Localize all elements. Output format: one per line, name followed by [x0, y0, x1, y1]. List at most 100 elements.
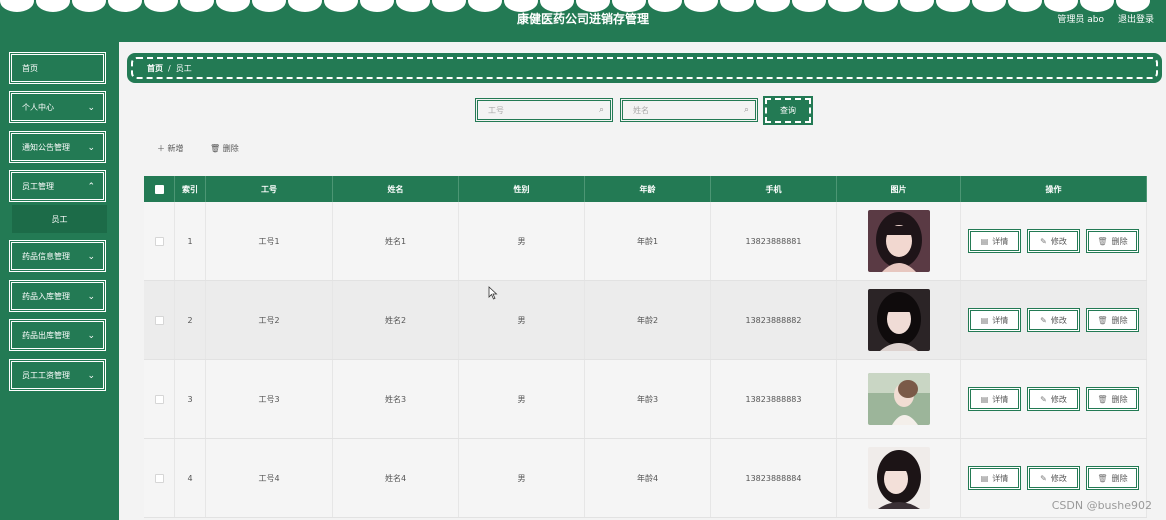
- app-title: 康健医药公司进销存管理: [516, 12, 649, 26]
- delete-label: 删除: [1111, 315, 1128, 325]
- detail-button[interactable]: ▤ 详情: [968, 387, 1021, 411]
- sidebar-item-salary-management[interactable]: 员工工资管理 ⌄: [9, 359, 106, 391]
- current-user: 管理员 abo: [1057, 15, 1104, 25]
- document-icon: ▤: [980, 394, 989, 404]
- cell-gender: 男: [459, 360, 585, 438]
- delete-button[interactable]: 🗑 删除: [1086, 387, 1139, 411]
- logout-link[interactable]: 退出登录: [1118, 12, 1154, 25]
- chevron-down-icon: ⌄: [87, 292, 95, 302]
- employee-photo: [867, 373, 930, 425]
- employee-photo: [867, 447, 930, 509]
- sidebar-item-drug-inbound-management[interactable]: 药品入库管理 ⌄: [9, 280, 106, 312]
- cell-phone: 13823888881: [711, 202, 837, 280]
- breadcrumb: 首页 / 员工: [127, 53, 1162, 83]
- employee-id-placeholder: 工号: [488, 105, 504, 115]
- query-button[interactable]: 查询: [763, 96, 813, 125]
- breadcrumb-home[interactable]: 首页: [147, 63, 163, 74]
- cell-name: 姓名3: [333, 360, 459, 438]
- delete-label: 删除: [1111, 236, 1128, 246]
- sidebar-item-notice-management[interactable]: 通知公告管理 ⌄: [9, 131, 106, 163]
- cell-gender: 男: [459, 439, 585, 517]
- name-placeholder: 姓名: [633, 105, 649, 115]
- detail-label: 详情: [992, 315, 1009, 325]
- cell-gender: 男: [459, 202, 585, 280]
- edit-label: 修改: [1050, 315, 1067, 325]
- breadcrumb-separator: /: [168, 63, 171, 73]
- row-checkbox[interactable]: [154, 394, 164, 404]
- bulk-delete-button[interactable]: 🗑 删除: [210, 143, 239, 154]
- cell-index: 3: [175, 360, 206, 438]
- cell-phone: 13823888883: [711, 360, 837, 438]
- cell-age: 年龄4: [585, 439, 711, 517]
- chevron-down-icon: ⌄: [87, 371, 95, 381]
- top-header: 康健医药公司进销存管理 管理员 abo 退出登录: [0, 0, 1166, 42]
- chevron-down-icon: ⌄: [87, 252, 95, 262]
- column-header-photo: 图片: [837, 176, 961, 202]
- add-label: 新增: [167, 144, 184, 153]
- delete-button[interactable]: 🗑 删除: [1086, 308, 1139, 332]
- column-header-actions: 操作: [961, 176, 1147, 202]
- chevron-down-icon: ⌄: [87, 143, 95, 153]
- cell-name: 姓名4: [333, 439, 459, 517]
- cell-employee-id: 工号1: [206, 202, 333, 280]
- sidebar-item-employee-management[interactable]: 员工管理 ⌃: [9, 170, 106, 202]
- table-row: 1 工号1 姓名1 男 年龄1 13823888881 ▤ 详情 ✎ 修改 🗑 删除: [144, 202, 1147, 281]
- cell-name: 姓名1: [333, 202, 459, 280]
- sidebar-item-drug-info-management[interactable]: 药品信息管理 ⌄: [9, 240, 106, 272]
- cell-name: 姓名2: [333, 281, 459, 359]
- edit-button[interactable]: ✎ 修改: [1027, 387, 1080, 411]
- row-checkbox[interactable]: [154, 236, 164, 246]
- edit-button[interactable]: ✎ 修改: [1027, 308, 1080, 332]
- cell-age: 年龄3: [585, 360, 711, 438]
- sidebar-item-home[interactable]: 首页: [9, 52, 106, 84]
- delete-button[interactable]: 🗑 删除: [1086, 229, 1139, 253]
- sidebar-item-personal-center[interactable]: 个人中心 ⌄: [9, 91, 106, 123]
- column-header-gender: 性别: [459, 176, 585, 202]
- column-header-age: 年龄: [585, 176, 711, 202]
- cell-age: 年龄1: [585, 202, 711, 280]
- sidebar-item-label: 员工管理: [22, 181, 54, 191]
- edit-button[interactable]: ✎ 修改: [1027, 229, 1080, 253]
- sidebar-subitem-employee[interactable]: 员工: [12, 205, 107, 233]
- table-row: 4 工号4 姓名4 男 年龄4 13823888884 ▤ 详情 ✎ 修改 🗑 删除: [144, 439, 1147, 518]
- pencil-icon: ✎: [1040, 394, 1047, 404]
- search-icon: ⌕: [598, 105, 604, 115]
- select-all-checkbox[interactable]: [154, 184, 164, 194]
- pencil-icon: ✎: [1040, 473, 1047, 483]
- delete-label: 删除: [1111, 473, 1128, 483]
- row-checkbox[interactable]: [154, 315, 164, 325]
- detail-label: 详情: [992, 394, 1009, 404]
- add-button[interactable]: ＋ 新增: [157, 143, 184, 154]
- delete-label: 删除: [1111, 394, 1128, 404]
- column-header-employee-id: 工号: [206, 176, 333, 202]
- table-row: 3 工号3 姓名3 男 年龄3 13823888883 ▤ 详情 ✎ 修改 🗑 删除: [144, 360, 1147, 439]
- document-icon: ▤: [980, 473, 989, 483]
- detail-button[interactable]: ▤ 详情: [968, 466, 1021, 490]
- sidebar-item-drug-outbound-management[interactable]: 药品出库管理 ⌄: [9, 319, 106, 351]
- detail-button[interactable]: ▤ 详情: [968, 229, 1021, 253]
- sidebar-item-label: 通知公告管理: [22, 142, 70, 152]
- trash-icon: 🗑: [210, 144, 221, 153]
- row-checkbox[interactable]: [154, 473, 164, 483]
- pencil-icon: ✎: [1040, 315, 1047, 325]
- plus-icon: ＋: [157, 144, 165, 153]
- name-search-input[interactable]: 姓名 ⌕: [620, 98, 758, 122]
- employee-id-search-input[interactable]: 工号 ⌕: [475, 98, 613, 122]
- cell-phone: 13823888882: [711, 281, 837, 359]
- cell-index: 1: [175, 202, 206, 280]
- cell-gender: 男: [459, 281, 585, 359]
- mouse-cursor-icon: [488, 286, 498, 300]
- sidebar-item-label: 药品入库管理: [22, 291, 70, 301]
- cell-index: 4: [175, 439, 206, 517]
- table-header: 索引 工号 姓名 性别 年龄 手机 图片 操作: [144, 176, 1147, 202]
- delete-label: 删除: [222, 144, 239, 153]
- edit-label: 修改: [1050, 473, 1067, 483]
- delete-button[interactable]: 🗑 删除: [1086, 466, 1139, 490]
- edit-button[interactable]: ✎ 修改: [1027, 466, 1080, 490]
- employee-photo: [867, 210, 930, 272]
- detail-button[interactable]: ▤ 详情: [968, 308, 1021, 332]
- watermark: CSDN @bushe902: [1051, 499, 1152, 512]
- column-header-name: 姓名: [333, 176, 459, 202]
- trash-icon: 🗑: [1097, 236, 1108, 246]
- cell-age: 年龄2: [585, 281, 711, 359]
